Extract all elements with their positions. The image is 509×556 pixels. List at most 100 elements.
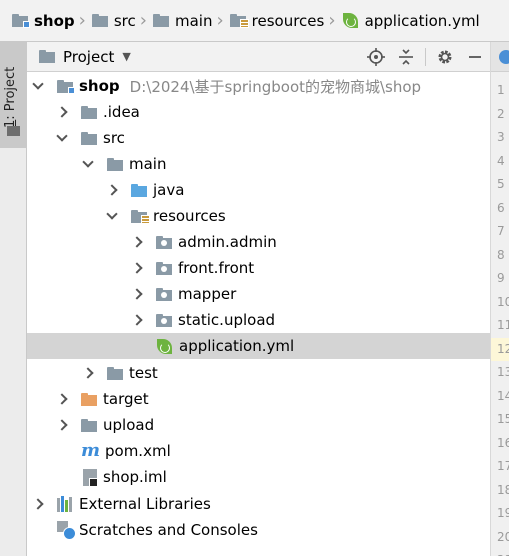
line-number: 18 [497,482,509,497]
tree-item-label: shop.iml [103,468,167,486]
tree-item-shop[interactable]: shop D:\2024\基于springboot的宠物商城\shop [27,73,490,99]
gear-icon[interactable] [430,42,460,72]
tree-item-target[interactable]: target [27,386,490,412]
folder-icon [107,366,123,380]
folder-icon [107,157,123,171]
breadcrumb-item-shop[interactable]: shop [12,0,75,42]
package-folder-icon [156,261,172,275]
panel-title: Project [63,47,115,66]
navigation-breadcrumb: shop › src › main › resources › applicat… [0,0,509,42]
chevron-right-icon[interactable] [132,315,142,325]
collapse-all-icon[interactable] [391,42,421,72]
line-number: 2 [497,106,505,121]
minimize-icon[interactable] [460,42,490,72]
folder-icon [91,14,108,27]
folder-icon [152,14,169,27]
maven-icon: m [81,440,101,461]
breadcrumb-label: resources [251,11,325,30]
tree-item-label: mapper [178,285,237,303]
tree-item-label: java [153,181,185,199]
chevron-down-icon[interactable] [57,133,67,143]
module-file-icon [83,468,98,487]
tree-item-shop-iml[interactable]: shop.iml [27,464,490,490]
tree-item-application-yml[interactable]: application.yml [27,333,490,359]
line-number: 20 [497,529,509,544]
chevron-right-icon[interactable] [57,420,67,430]
breadcrumb-label: main [174,11,213,30]
breadcrumb-item-main[interactable]: main [152,0,213,42]
line-number: 17 [497,459,509,473]
chevron-right-icon[interactable] [132,263,142,273]
breadcrumb-separator-icon: › [78,10,86,31]
line-number: 7 [497,224,505,238]
tree-item-upload[interactable]: upload [27,412,490,438]
tree-item-idea[interactable]: .idea [27,99,490,125]
project-folder-icon [7,126,20,136]
line-number: 15 [497,412,509,426]
locate-icon[interactable] [361,42,391,72]
tree-item-label: application.yml [179,337,295,355]
tree-item-admin-admin[interactable]: admin.admin [27,229,490,255]
chevron-down-icon[interactable] [33,81,43,91]
chevron-down-icon[interactable] [107,211,117,221]
line-number: 1 [497,83,505,97]
chevron-right-icon[interactable] [57,394,67,404]
line-number: 13 [497,365,509,379]
project-view-selector[interactable]: Project ▼ [39,48,131,66]
tree-item-main[interactable]: main [27,151,490,177]
chevron-right-icon[interactable] [132,237,142,247]
chevron-right-icon[interactable] [132,289,142,299]
line-number: 9 [497,271,505,285]
package-folder-icon [156,235,172,249]
breadcrumb-separator-icon: › [139,10,147,31]
tree-item-resources[interactable]: resources [27,203,490,229]
folder-icon [81,418,97,432]
project-tab-text: : Project [3,66,18,120]
tree-item-java[interactable]: java [27,177,490,203]
line-number: 16 [497,435,509,450]
chevron-right-icon[interactable] [33,499,43,509]
line-number: 19 [497,506,509,520]
line-number: 5 [497,177,505,191]
editor-gutter: 123456789101112131415161718192021 [490,42,509,556]
tree-item-static-upload[interactable]: static.upload [27,307,490,333]
tree-item-front-front[interactable]: front.front [27,255,490,281]
tree-item-scratches[interactable]: Scratches and Consoles [27,517,490,543]
tree-item-mapper[interactable]: mapper [27,281,490,307]
line-number: 10 [497,294,509,309]
package-folder-icon [156,313,172,327]
spring-leaf-icon [342,12,359,29]
excluded-folder-icon [81,392,97,406]
module-path: D:\2024\基于springboot的宠物商城\shop [129,77,422,96]
project-panel: Project ▼ shop D:\2024\基于springboot的宠物商城… [27,42,490,556]
tree-item-src[interactable]: src [27,125,490,151]
breadcrumb-separator-icon: › [216,10,224,31]
chevron-right-icon[interactable] [83,368,93,378]
project-tool-window-tab[interactable]: 1: Project [0,42,27,148]
tree-item-label: admin.admin [178,233,277,251]
tree-item-test[interactable]: test [27,360,490,386]
tree-item-pom-xml[interactable]: m pom.xml [27,438,490,464]
package-folder-icon [156,287,172,301]
tree-item-label: front.front [178,259,255,277]
chevron-down-icon: ▼ [122,50,131,63]
chevron-down-icon[interactable] [83,159,93,169]
chevron-right-icon[interactable] [107,185,117,195]
tool-window-strip: 1: Project [0,42,27,556]
tree-item-external-libraries[interactable]: External Libraries [27,491,490,517]
project-panel-header: Project ▼ [27,42,490,72]
breadcrumb-item-application-yml[interactable]: application.yml [342,0,480,42]
tree-item-label: .idea [103,103,140,121]
line-number: 21 [497,549,509,556]
tree-item-label: resources [153,207,226,225]
breadcrumb-separator-icon: › [328,10,336,31]
tree-item-label: src [103,129,125,147]
source-folder-icon [131,183,147,197]
libraries-icon [57,496,73,512]
breadcrumb-item-src[interactable]: src [91,0,136,42]
chevron-right-icon[interactable] [57,107,67,117]
resources-folder-icon [229,14,249,28]
tree-item-label: pom.xml [105,442,171,460]
editor-tab-icon[interactable] [491,42,509,72]
breadcrumb-item-resources[interactable]: resources [229,0,325,42]
